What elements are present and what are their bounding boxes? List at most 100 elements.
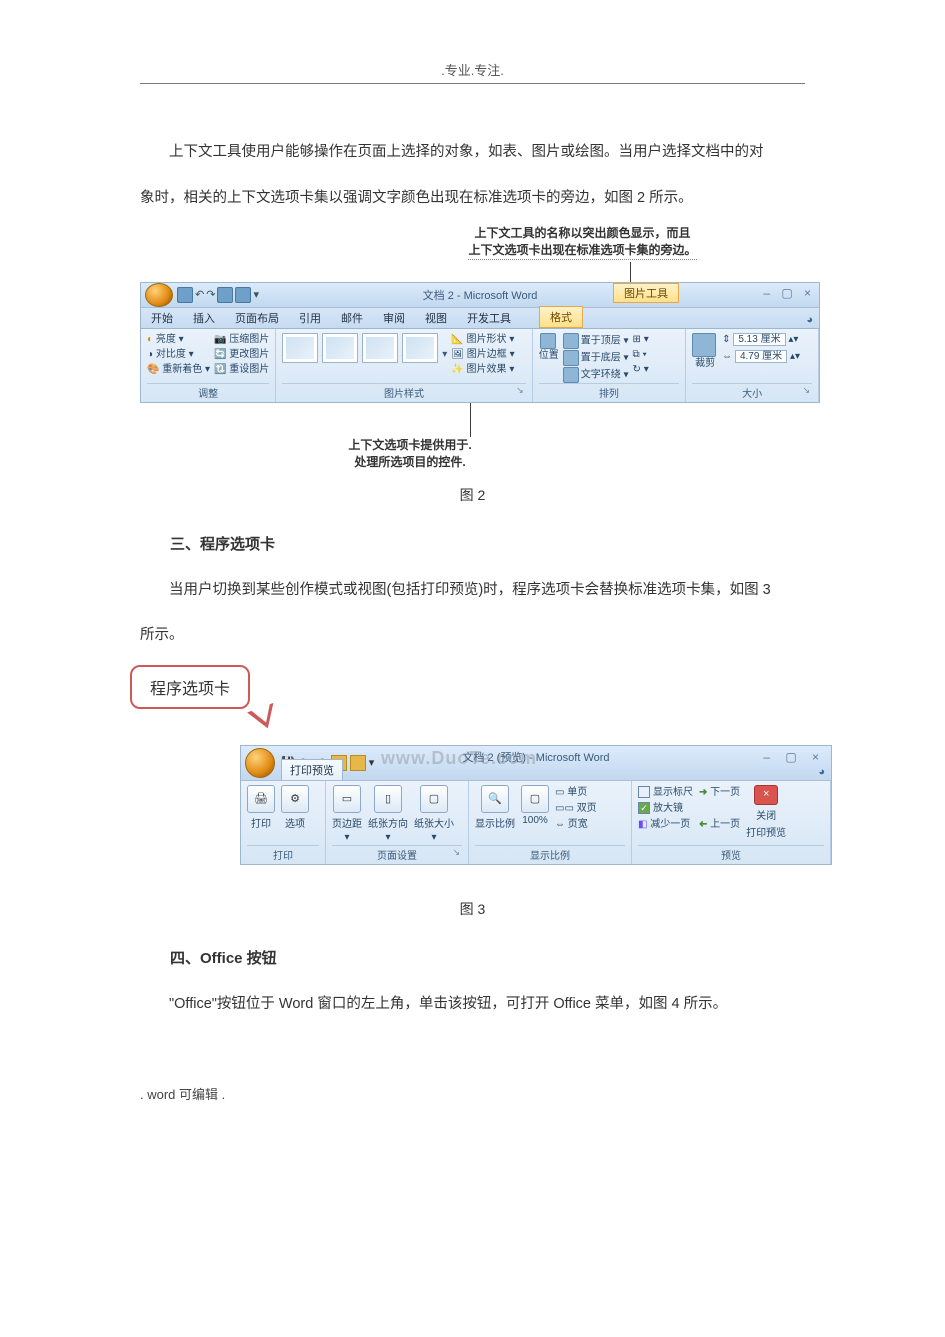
wrap-icon[interactable] (563, 367, 579, 383)
size-icon[interactable]: ▢ (420, 785, 448, 813)
fig2-pointer-bottom (470, 403, 471, 437)
size-dialog-icon[interactable]: ↘ (802, 385, 810, 396)
close-preview-button[interactable]: × (754, 785, 778, 805)
paragraph-1-line-2: 象时，相关的上下文选项卡集以强调文字颜色出现在标准选项卡的旁边，如图 2 所示。 (140, 180, 805, 218)
print-label: 打印 (251, 815, 271, 830)
crop-icon[interactable] (692, 333, 716, 357)
page-width-button[interactable]: 页宽 (568, 819, 588, 830)
position-icon[interactable] (540, 333, 556, 349)
options-icon[interactable]: ⚙ (281, 785, 309, 813)
tab-layout[interactable]: 页面布局 (225, 308, 289, 328)
tab-review[interactable]: 审阅 (373, 308, 415, 328)
change-pic-button[interactable]: 🔄 更改图片 (214, 348, 269, 362)
styles-dialog-icon[interactable]: ↘ (516, 385, 524, 396)
style-more-icon[interactable]: ▾ (442, 349, 447, 360)
help-icon-2[interactable]: ◕ (818, 766, 825, 778)
figure-3: 程序选项卡 💾 ↶ ▾ ↷ ▾ 文档 2 (预览) - Microsoft Wo… (140, 665, 820, 885)
size-label: 纸张大小 (414, 815, 454, 830)
group-page-label: 页面设置 (377, 851, 417, 862)
zoom-icon[interactable]: 🔍 (481, 785, 509, 813)
tab-view[interactable]: 视图 (415, 308, 457, 328)
close-label: 关闭 (756, 807, 776, 822)
group-adjust: ◐ 亮度 ▾ ◑ 对比度 ▾ 🎨 重新着色 ▾ 📷 压缩图片 🔄 更改图片 🔃 … (141, 329, 276, 402)
tab-insert[interactable]: 插入 (183, 308, 225, 328)
bring-front-button[interactable]: 置于顶层 ▾ (581, 336, 629, 347)
align-button[interactable]: ⊞ ▾ (633, 333, 649, 347)
zoom-label: 显示比例 (475, 815, 515, 830)
send-back-button[interactable]: 置于底层 ▾ (581, 353, 629, 364)
pic-border-button[interactable]: 🖼 图片边框 ▾ (451, 348, 514, 362)
group-button[interactable]: ⧉ ▾ (633, 348, 649, 362)
tab-mail[interactable]: 邮件 (331, 308, 373, 328)
prev-page-button[interactable]: 上一页 (710, 819, 740, 830)
shrink-button[interactable]: 减少一页 (650, 819, 690, 830)
text-wrap-button[interactable]: 文字环绕 ▾ (581, 370, 629, 381)
window-buttons[interactable]: – ▢ × (763, 286, 815, 300)
print-preview-ribbon: 💾 ↶ ▾ ↷ ▾ 文档 2 (预览) - Microsoft Word www… (240, 745, 832, 865)
crop-label: 裁剪 (695, 357, 715, 371)
margins-label: 页边距 (332, 815, 362, 830)
hundred-icon[interactable]: ▢ (521, 785, 549, 813)
group-adjust-label: 调整 (147, 383, 269, 400)
close-label-2: 打印预览 (746, 824, 786, 839)
tab-dev[interactable]: 开发工具 (457, 308, 521, 328)
brightness-button[interactable]: 亮度 ▾ (156, 334, 184, 345)
back-icon[interactable] (563, 350, 579, 366)
rotate-button[interactable]: ↻ ▾ (633, 363, 649, 377)
width-field[interactable]: 4.79 厘米 (735, 350, 787, 363)
front-icon[interactable] (563, 333, 579, 349)
group-size-label: 大小 (742, 389, 762, 400)
paragraph-3: "Office"按钮位于 Word 窗口的左上角，单击该按钮，可打开 Offic… (140, 986, 805, 1024)
style-thumb-1[interactable] (282, 333, 318, 363)
style-thumb-2[interactable] (322, 333, 358, 363)
orientation-icon[interactable]: ▯ (374, 785, 402, 813)
tab-ref[interactable]: 引用 (289, 308, 331, 328)
contrast-button[interactable]: 对比度 ▾ (156, 349, 194, 360)
page-header: .专业.专注. (140, 60, 805, 84)
figure-2-caption: 图 2 (140, 485, 805, 505)
fig2-pointer-top (630, 262, 631, 282)
next-page-button[interactable]: 下一页 (710, 787, 740, 798)
group-print: 🖨 打印 ⚙ 选项 打印 (241, 781, 326, 864)
group-arrange: 位置 置于顶层 ▾ 置于底层 ▾ 文字环绕 ▾ ⊞ ▾ ⧉ ▾ ↻ ▾ (533, 329, 686, 402)
group-styles-label: 图片样式 (384, 389, 424, 400)
paragraph-1-line-1: 上下文工具使用户能够操作在页面上选择的对象，如表、图片或绘图。当用户选择文档中的… (140, 134, 805, 172)
print-icon[interactable]: 🖨 (247, 785, 275, 813)
tab-format[interactable]: 格式 (539, 306, 583, 328)
ruler-checkbox[interactable]: 显示标尺 (638, 785, 693, 800)
paragraph-2-line-1: 当用户切换到某些创作模式或视图(包括打印预览)时，程序选项卡会替换标准选项卡集，… (140, 572, 805, 610)
style-thumb-3[interactable] (362, 333, 398, 363)
options-label: 选项 (285, 815, 305, 830)
group-arrange-label: 排列 (539, 383, 679, 400)
tab-print-preview[interactable]: 打印预览 (281, 759, 343, 780)
help-icon[interactable]: ◕ (806, 314, 813, 326)
group-zoom: 🔍显示比例 ▢100% ▭ 单页 ▭▭ 双页 ⇔ 页宽 显示比例 (469, 781, 632, 864)
compress-button[interactable]: 📷 压缩图片 (214, 333, 269, 347)
group-zoom-label: 显示比例 (475, 845, 625, 862)
group-preview: 显示标尺 放大镜 ◧ 减少一页 ➜ 下一页 ➜ 上一页 × 关闭 打 (632, 781, 831, 864)
figure-2: 上下文工具的名称以突出颜色显示，而且 上下文选项卡出现在标准选项卡集的旁边。 ↶… (140, 225, 805, 470)
page-dialog-icon[interactable]: ↘ (452, 847, 460, 858)
window-title: 文档 2 - Microsoft Word (141, 287, 819, 303)
section-4-title: 四、Office 按钮 (140, 947, 805, 968)
group-picture-styles: ▾ 📐 图片形状 ▾ 🖼 图片边框 ▾ ✨ 图片效果 ▾ 图片样式 ↘ (276, 329, 532, 402)
pic-effects-button[interactable]: ✨ 图片效果 ▾ (451, 363, 514, 377)
one-page-button[interactable]: 单页 (567, 787, 587, 798)
fig2-callout-top: 上下文工具的名称以突出颜色显示，而且 上下文选项卡出现在标准选项卡集的旁边。 (360, 225, 805, 260)
fig3-callout: 程序选项卡 (130, 665, 250, 709)
group-print-label: 打印 (247, 845, 319, 862)
pic-shape-button[interactable]: 📐 图片形状 ▾ (451, 333, 514, 347)
style-thumb-4[interactable] (402, 333, 438, 363)
window-buttons-2[interactable]: – ▢ × (763, 750, 825, 764)
height-field[interactable]: 5.13 厘米 (733, 333, 785, 346)
fig2-callout-bot-line1: 上下文选项卡提供用于. (348, 438, 471, 452)
magnify-checkbox[interactable]: 放大镜 (638, 801, 693, 816)
paragraph-2-line-2: 所示。 (140, 617, 805, 655)
reset-pic-button[interactable]: 🔃 重设图片 (214, 363, 269, 377)
margins-icon[interactable]: ▭ (333, 785, 361, 813)
fig2-callout-top-line1: 上下文工具的名称以突出颜色显示，而且 (474, 226, 690, 240)
word-ribbon: ↶ ↷ ▾ 文档 2 - Microsoft Word 图片工具 – ▢ × 开… (140, 282, 820, 403)
tab-home[interactable]: 开始 (141, 308, 183, 328)
recolor-button[interactable]: 重新着色 ▾ (162, 364, 210, 375)
two-page-button[interactable]: 双页 (577, 803, 597, 814)
